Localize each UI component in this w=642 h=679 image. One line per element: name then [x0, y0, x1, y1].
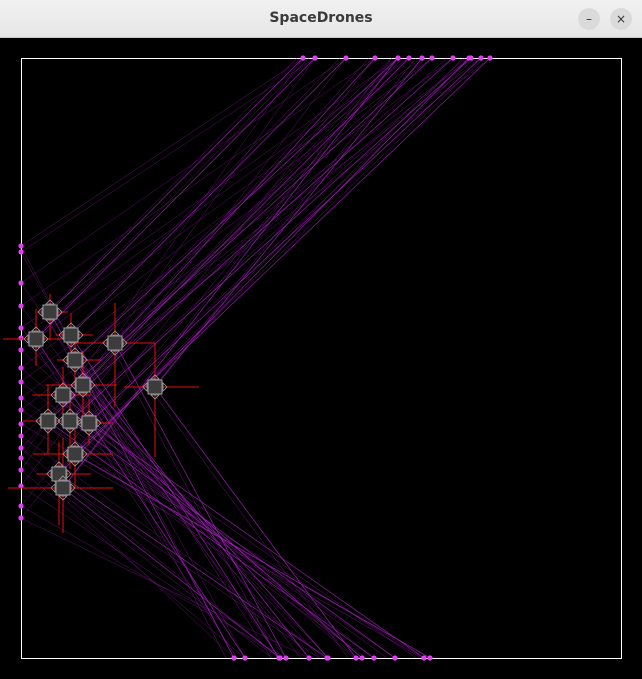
drone-trail [71, 363, 302, 659]
drone-body [147, 379, 163, 395]
drone-body [55, 480, 71, 496]
boundary-marker [372, 55, 378, 61]
boundary-marker [371, 655, 377, 661]
boundary-marker [283, 655, 289, 661]
drone-body [67, 446, 83, 462]
boundary-marker [395, 55, 401, 61]
boundary-marker [312, 55, 318, 61]
drone-body [51, 466, 67, 482]
boundary-marker [306, 655, 312, 661]
drone-body [75, 377, 91, 393]
drone-trail [62, 57, 464, 469]
boundary-marker [429, 55, 435, 61]
boundary-marker [324, 655, 330, 661]
boundary-marker [478, 55, 484, 61]
drone-trail [66, 57, 393, 483]
boundary-trail [20, 337, 329, 659]
boundary-marker [18, 503, 24, 509]
drone-trail [39, 57, 310, 334]
boundary-marker [277, 655, 283, 661]
boundary-marker [450, 55, 456, 61]
drone-body [55, 387, 71, 403]
boundary-marker [466, 55, 472, 61]
drone-trail [62, 57, 399, 489]
drone-trail [62, 394, 363, 659]
boundary-marker [18, 347, 24, 353]
boundary-marker [18, 445, 24, 451]
window-title: SpaceDrones [269, 10, 373, 26]
boundary-trail [20, 57, 454, 383]
boundary-trail [20, 57, 376, 507]
drone-trail [92, 57, 476, 418]
drone-trail [69, 57, 472, 422]
boundary-marker [18, 243, 24, 249]
boundary-marker [18, 455, 24, 461]
arena-border [21, 58, 622, 659]
boundary-marker [18, 421, 24, 427]
boundary-marker [18, 325, 24, 331]
boundary-trail [20, 57, 433, 369]
boundary-marker [300, 55, 306, 61]
boundary-marker [242, 655, 248, 661]
window-titlebar: SpaceDrones – × [0, 0, 642, 38]
drone-body [62, 413, 78, 429]
drone-body [107, 335, 123, 351]
simulation-canvas[interactable] [0, 38, 642, 679]
boundary-marker [18, 395, 24, 401]
boundary-marker [18, 365, 24, 371]
boundary-trail [20, 485, 280, 659]
boundary-marker [18, 249, 24, 255]
boundary-marker [18, 303, 24, 309]
boundary-marker [392, 655, 398, 661]
simulation-svg [3, 55, 622, 661]
drone-trail [154, 57, 423, 388]
boundary-marker [406, 55, 412, 61]
boundary-marker [421, 655, 427, 661]
minimize-icon: – [586, 12, 592, 26]
minimize-button[interactable]: – [578, 8, 600, 30]
close-icon: × [615, 12, 627, 26]
boundary-marker [419, 55, 425, 61]
drone-trail [85, 426, 417, 659]
boundary-marker [343, 55, 349, 61]
drone-trail [73, 57, 466, 416]
drone-body [28, 331, 44, 347]
boundary-marker [18, 467, 24, 473]
boundary-marker [487, 55, 493, 61]
boundary-marker [18, 335, 24, 341]
drone-trail [59, 491, 273, 659]
boundary-trail [20, 57, 482, 411]
drone-body [63, 327, 79, 343]
boundary-trail [20, 57, 304, 247]
boundary-marker [18, 379, 24, 385]
boundary-trail [20, 57, 316, 471]
boundary-marker [18, 433, 24, 439]
boundary-trail [20, 435, 328, 659]
boundary-trail [20, 57, 399, 329]
boundary-trail [20, 57, 472, 399]
drone-trail [114, 342, 287, 659]
boundary-marker [18, 407, 24, 413]
drone-body [81, 415, 97, 431]
boundary-trail [20, 517, 310, 659]
boundary-marker [353, 655, 359, 661]
boundary-marker [18, 280, 24, 286]
boundary-marker [231, 655, 237, 661]
drone-trail [49, 57, 304, 313]
drone-body [42, 304, 58, 320]
drone-trail [62, 487, 281, 659]
drone-body [67, 352, 83, 368]
drone-body [40, 413, 56, 429]
boundary-marker [427, 655, 433, 661]
boundary-marker [18, 515, 24, 521]
drone-trail [74, 57, 399, 361]
boundary-trail [20, 397, 396, 659]
close-button[interactable]: × [610, 8, 632, 30]
drone-trail [158, 57, 417, 382]
drone-trail [69, 420, 396, 659]
boundary-marker [359, 655, 365, 661]
drone-trail [59, 398, 355, 659]
drone-trail [47, 57, 454, 422]
